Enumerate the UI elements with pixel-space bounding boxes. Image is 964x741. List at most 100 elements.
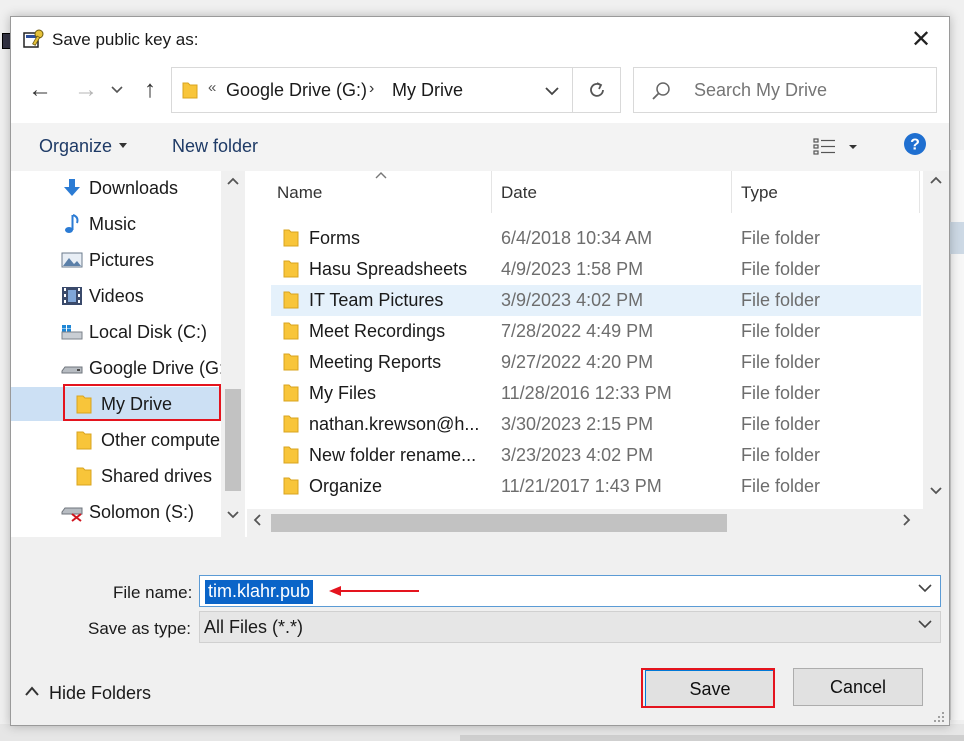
nav-label: Other compute <box>101 430 221 450</box>
file-name-field[interactable]: tim.klahr.pub <box>199 575 941 607</box>
file-name-input[interactable]: tim.klahr.pub <box>205 580 314 604</box>
column-divider[interactable] <box>491 171 492 213</box>
file-type: File folder <box>741 290 821 310</box>
file-row[interactable]: Organize 11/21/2017 1:43 PM File folder <box>271 471 921 502</box>
file-row[interactable]: Meeting Reports 9/27/2022 4:20 PM File f… <box>271 347 921 378</box>
folder-icon <box>283 322 299 340</box>
scroll-up-icon[interactable] <box>930 176 942 184</box>
nav-item-shared-drives[interactable]: Shared drives <box>11 459 221 493</box>
column-header-type[interactable]: Type <box>741 171 778 213</box>
nav-label: Downloads <box>89 178 179 198</box>
refresh-button[interactable] <box>572 68 620 112</box>
address-overflow-icon[interactable]: « <box>208 79 216 96</box>
folder-icon <box>283 353 299 371</box>
address-bar[interactable]: « Google Drive (G:) › My Drive <box>171 67 621 113</box>
scrollbar-thumb[interactable] <box>271 514 727 532</box>
chevron-down-icon <box>918 620 932 629</box>
folder-icon <box>283 446 299 464</box>
save-as-type-select[interactable]: All Files (*.*) <box>199 611 941 643</box>
nav-item-music[interactable]: Music <box>11 207 221 241</box>
breadcrumb-separator-icon[interactable]: › <box>369 80 374 98</box>
help-icon[interactable]: ? <box>903 132 927 156</box>
column-header-name[interactable]: Name <box>277 171 322 213</box>
column-header-date[interactable]: Date <box>501 171 537 213</box>
scrollbar-thumb[interactable] <box>225 389 241 491</box>
nav-item-other-computers[interactable]: Other compute <box>11 423 221 457</box>
folder-icon <box>76 431 92 450</box>
folder-icon <box>283 477 299 495</box>
search-icon <box>652 82 670 100</box>
scroll-down-icon[interactable] <box>930 487 942 495</box>
address-dropdown-button[interactable] <box>536 76 568 106</box>
background-scrollbar <box>460 735 964 741</box>
folder-icon <box>283 415 299 433</box>
navigation-scrollbar[interactable] <box>221 171 245 537</box>
scroll-right-icon[interactable] <box>903 514 911 526</box>
file-name: Forms <box>309 228 360 248</box>
close-button[interactable]: ✕ <box>901 23 941 55</box>
file-list-horizontal-scrollbar[interactable] <box>247 509 923 537</box>
annotation-highlight-box <box>641 668 775 708</box>
file-type: File folder <box>741 352 821 372</box>
forward-button[interactable]: → <box>71 75 101 105</box>
background-highlight-strip <box>950 222 964 254</box>
file-list: Name Date Type Forms 6/4/2018 10:34 AM F… <box>247 171 937 509</box>
sort-ascending-icon <box>375 171 387 182</box>
nav-item-solomon[interactable]: Solomon (S:) <box>11 495 221 529</box>
folder-icon <box>283 291 299 309</box>
file-row[interactable]: New folder rename... 3/23/2023 4:02 PM F… <box>271 440 921 471</box>
column-divider[interactable] <box>919 171 920 213</box>
chevron-down-icon[interactable] <box>918 584 932 593</box>
search-input[interactable] <box>694 80 924 101</box>
scroll-up-icon[interactable] <box>227 177 239 185</box>
file-name: Hasu Spreadsheets <box>309 259 468 279</box>
file-row[interactable]: nathan.krewson@h... 3/30/2023 2:15 PM Fi… <box>271 409 921 440</box>
drive-icon <box>61 366 83 374</box>
annotation-highlight-box <box>63 384 221 421</box>
breadcrumb-my-drive[interactable]: My Drive <box>392 80 463 101</box>
cancel-button[interactable]: Cancel <box>793 668 923 706</box>
scroll-down-icon[interactable] <box>227 511 239 519</box>
file-type: File folder <box>741 228 821 248</box>
file-date: 9/27/2022 4:20 PM <box>501 352 654 372</box>
details-view-icon <box>813 138 857 155</box>
change-view-button[interactable] <box>813 137 867 159</box>
file-name: nathan.krewson@h... <box>309 414 479 434</box>
nav-item-google-drive[interactable]: Google Drive (G: <box>11 351 224 385</box>
file-name: Organize <box>309 476 383 496</box>
column-divider[interactable] <box>731 171 732 213</box>
file-type: File folder <box>741 476 821 496</box>
file-name: New folder rename... <box>309 445 477 465</box>
file-list-vertical-scrollbar[interactable] <box>923 171 949 509</box>
caret-down-icon <box>119 143 127 148</box>
nav-item-videos[interactable]: Videos <box>11 279 221 313</box>
recent-locations-button[interactable] <box>107 75 127 105</box>
file-date: 4/9/2023 1:58 PM <box>501 259 644 279</box>
folder-icon <box>283 384 299 402</box>
downloads-icon <box>64 179 80 196</box>
nav-label: Pictures <box>89 250 155 270</box>
file-row[interactable]: Hasu Spreadsheets 4/9/2023 1:58 PM File … <box>271 254 921 285</box>
chevron-up-icon <box>25 686 39 696</box>
nav-item-pictures[interactable]: Pictures <box>11 243 221 277</box>
organize-menu-button[interactable]: Organize <box>39 136 112 157</box>
nav-item-downloads[interactable]: Downloads <box>11 171 221 205</box>
scroll-left-icon[interactable] <box>253 514 261 526</box>
file-date: 11/21/2017 1:43 PM <box>501 476 662 496</box>
search-box[interactable] <box>633 67 937 113</box>
nav-label: Videos <box>89 286 144 306</box>
file-row[interactable]: IT Team Pictures 3/9/2023 4:02 PM File f… <box>271 285 921 316</box>
new-folder-button[interactable]: New folder <box>172 136 258 157</box>
navigation-pane: Downloads Music Pictures Videos Local Di… <box>11 171 245 537</box>
up-button[interactable]: ↑ <box>135 75 165 105</box>
back-button[interactable]: ← <box>25 75 55 105</box>
breadcrumb-google-drive[interactable]: Google Drive (G:) <box>226 80 367 101</box>
file-row[interactable]: Meet Recordings 7/28/2022 4:49 PM File f… <box>271 316 921 347</box>
resize-grip-icon[interactable] <box>931 709 945 723</box>
hide-folders-label: Hide Folders <box>49 683 152 703</box>
chevron-down-icon <box>545 86 559 95</box>
file-row[interactable]: My Files 11/28/2016 12:33 PM File folder <box>271 378 921 409</box>
file-row[interactable]: Forms 6/4/2018 10:34 AM File folder <box>271 223 921 254</box>
folder-icon <box>182 82 198 99</box>
nav-item-local-disk[interactable]: Local Disk (C:) <box>11 315 221 349</box>
